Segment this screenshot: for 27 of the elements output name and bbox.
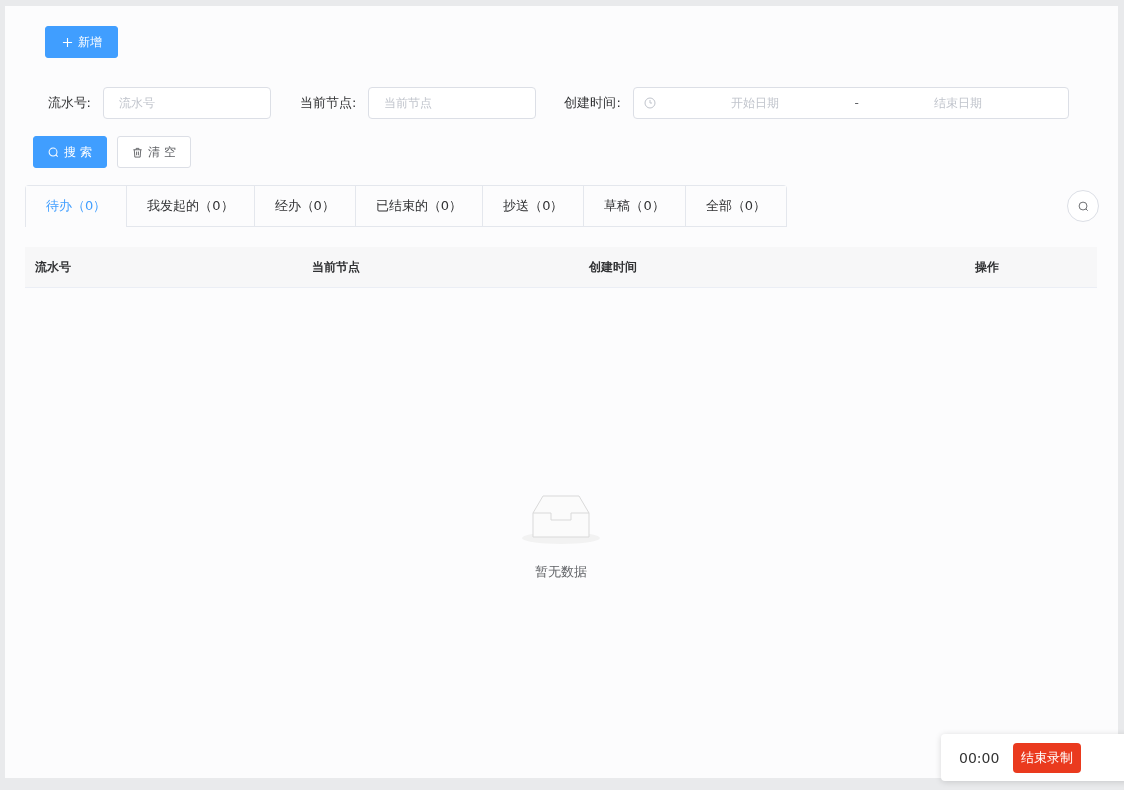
clear-button[interactable]: 清 空 <box>116 136 191 168</box>
filter-label: 流水号: <box>46 94 92 112</box>
tab[interactable]: 经办（0） <box>253 186 355 227</box>
plus-icon <box>61 36 73 48</box>
input-field[interactable]: 流水号 <box>103 87 271 119</box>
search-button[interactable] <box>1067 190 1099 222</box>
tab[interactable]: 全部（0） <box>684 186 786 227</box>
column-header: 当前节点 <box>311 258 361 276</box>
empty-inbox-icon <box>521 493 601 545</box>
column-header: 创建时间 <box>588 258 638 276</box>
trash-icon <box>131 146 143 158</box>
column-header: 操作 <box>974 258 1000 276</box>
tab[interactable]: 我发起的（0） <box>126 186 254 227</box>
search-icon <box>1077 200 1089 212</box>
date-range-field[interactable]: 开始日期 - 结束日期 <box>632 87 1069 119</box>
column-header: 流水号 <box>34 258 72 276</box>
stop-recording-button[interactable]: 结束录制 <box>1013 742 1082 773</box>
timer: 00:00 <box>959 749 1000 766</box>
filter-label: 当前节点: <box>300 94 358 112</box>
search-icon <box>48 146 59 158</box>
input-field[interactable]: 当前节点 <box>368 87 537 119</box>
tab[interactable]: 已结束的（0） <box>354 186 483 227</box>
filter-label: 创建时间: <box>564 94 622 112</box>
clock-icon <box>643 97 656 109</box>
empty-message: 暂无数据 <box>535 563 587 581</box>
tab[interactable]: 草稿（0） <box>583 186 685 227</box>
tab[interactable]: 抄送（0） <box>482 186 584 227</box>
